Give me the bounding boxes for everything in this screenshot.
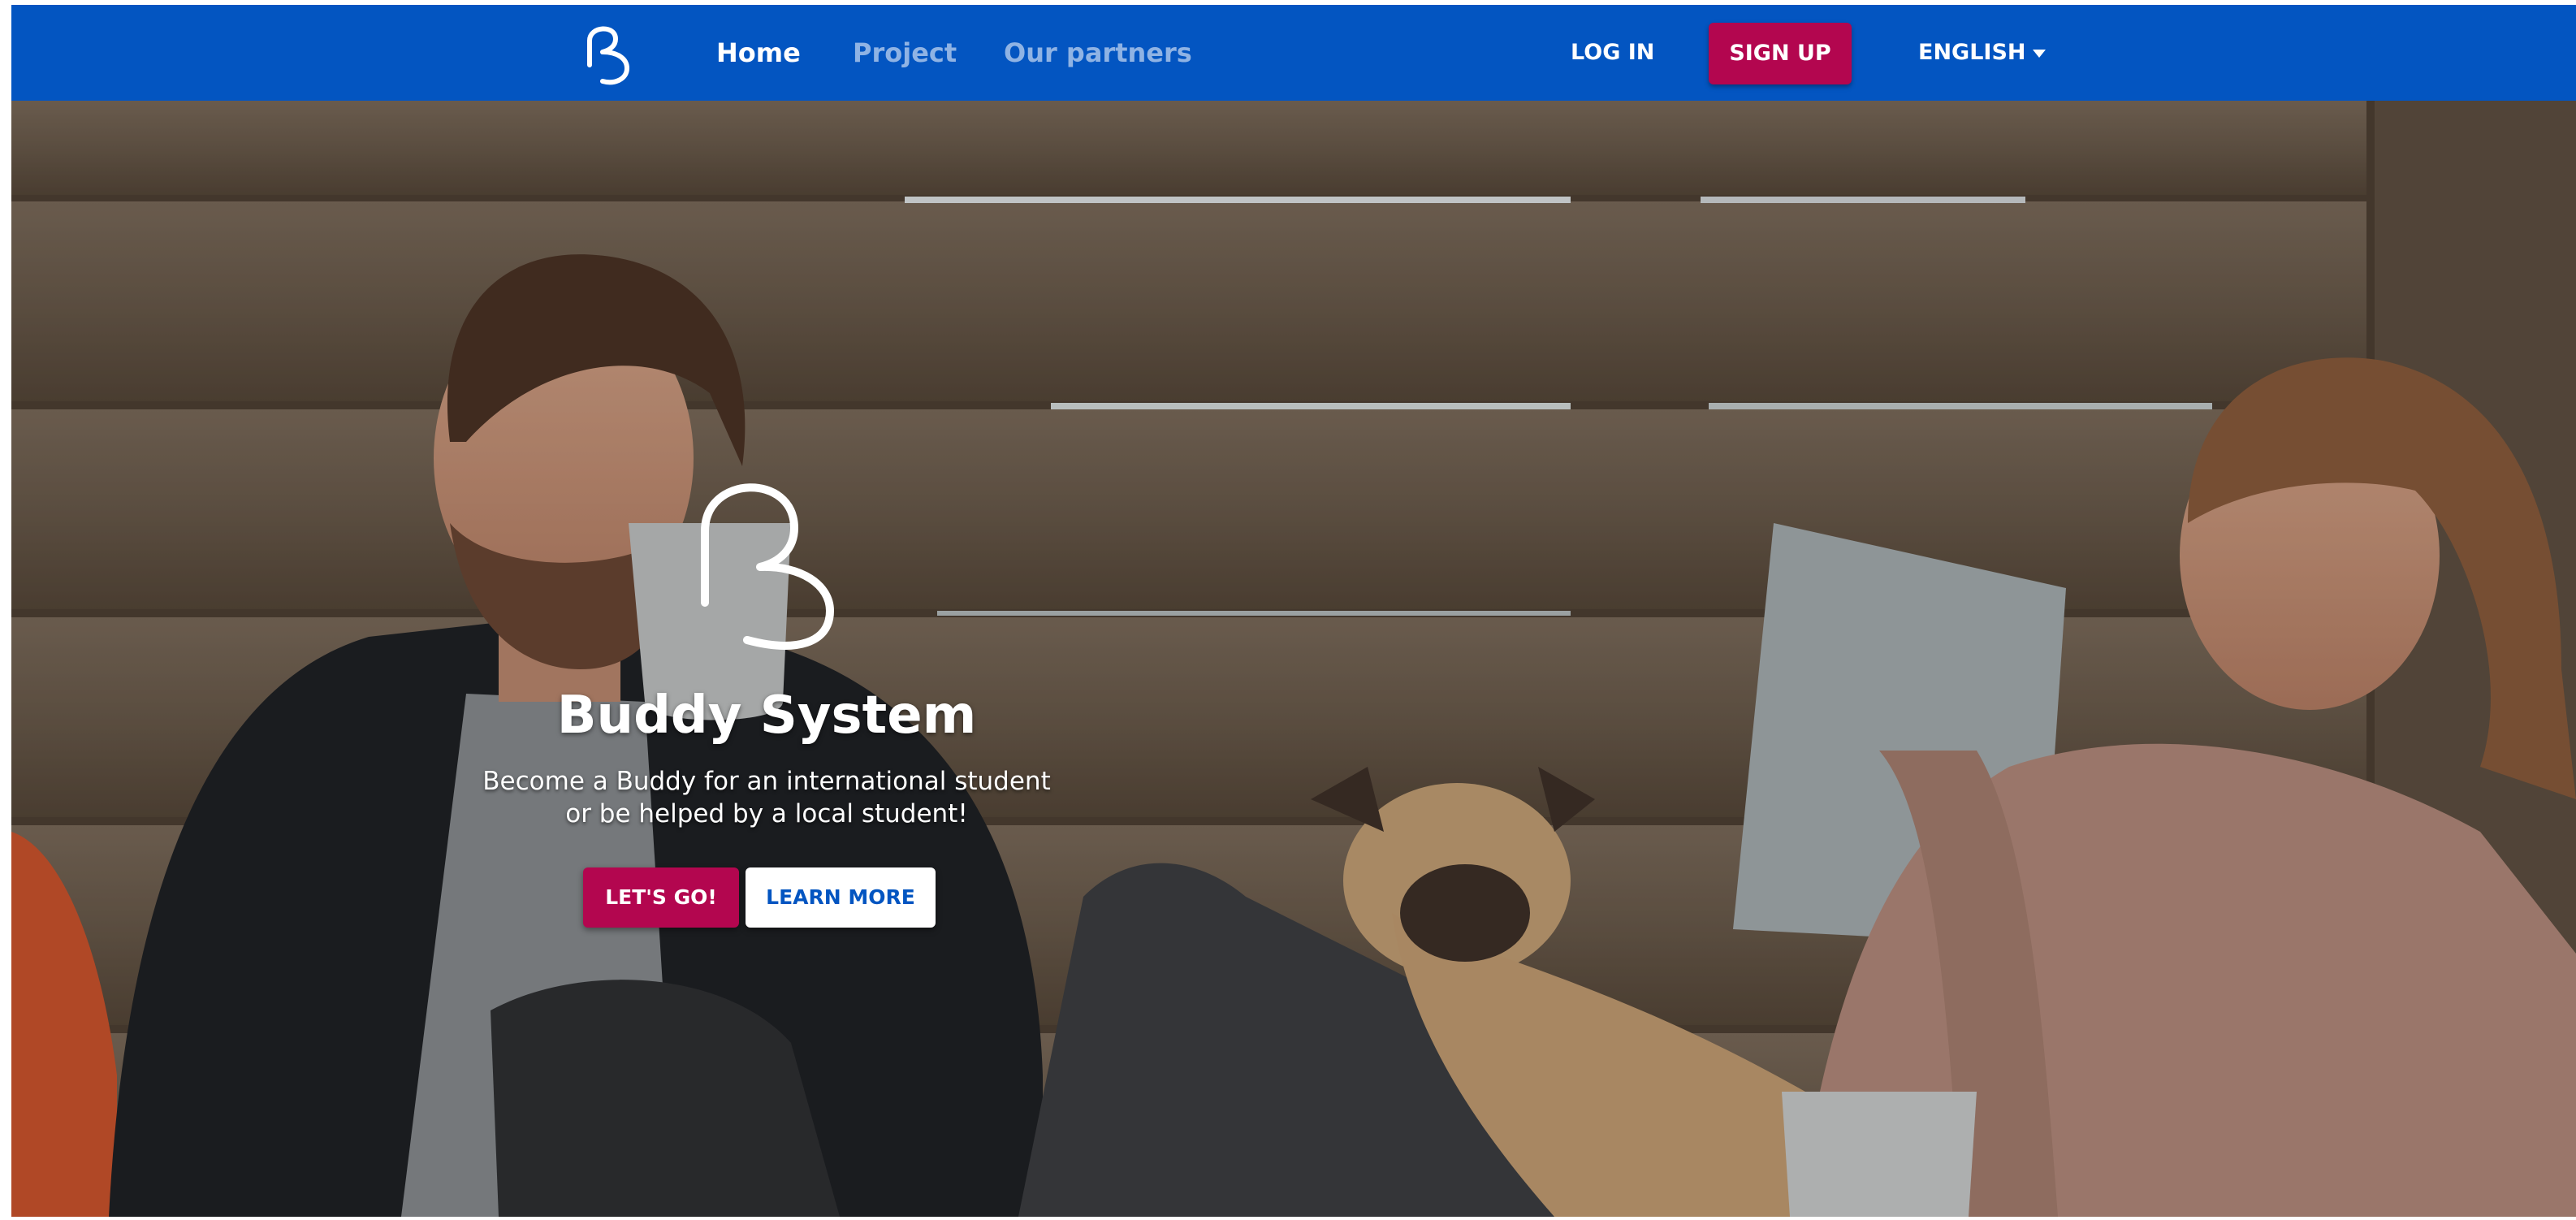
signup-button[interactable]: SIGN UP — [1709, 23, 1852, 84]
caret-down-icon — [2032, 49, 2046, 58]
nav-project-link[interactable]: Project — [853, 5, 957, 101]
language-label: ENGLISH — [1918, 40, 2026, 65]
hero-title: Buddy System — [556, 686, 977, 746]
lets-go-button[interactable]: LET'S GO! — [583, 867, 739, 928]
nav-home-link[interactable]: Home — [716, 5, 801, 101]
hero-subtitle: Become a Buddy for an international stud… — [434, 765, 1100, 830]
nav-partners-link[interactable]: Our partners — [1004, 5, 1192, 101]
top-navbar: Home Project Our partners LOG IN SIGN UP… — [11, 5, 2576, 101]
buddy-logo-icon[interactable] — [578, 19, 643, 86]
hero-overlay — [11, 101, 2576, 1217]
hero-subtitle-line-1: Become a Buddy for an international stud… — [482, 767, 1051, 796]
hero-subtitle-line-2: or be helped by a local student! — [565, 799, 968, 828]
learn-more-button[interactable]: LEARN MORE — [746, 867, 936, 928]
buddy-logo-icon — [701, 483, 834, 650]
language-selector[interactable]: ENGLISH — [1918, 5, 2046, 101]
login-button[interactable]: LOG IN — [1571, 5, 1654, 101]
hero-section: Buddy System Become a Buddy for an inter… — [11, 101, 2576, 1217]
